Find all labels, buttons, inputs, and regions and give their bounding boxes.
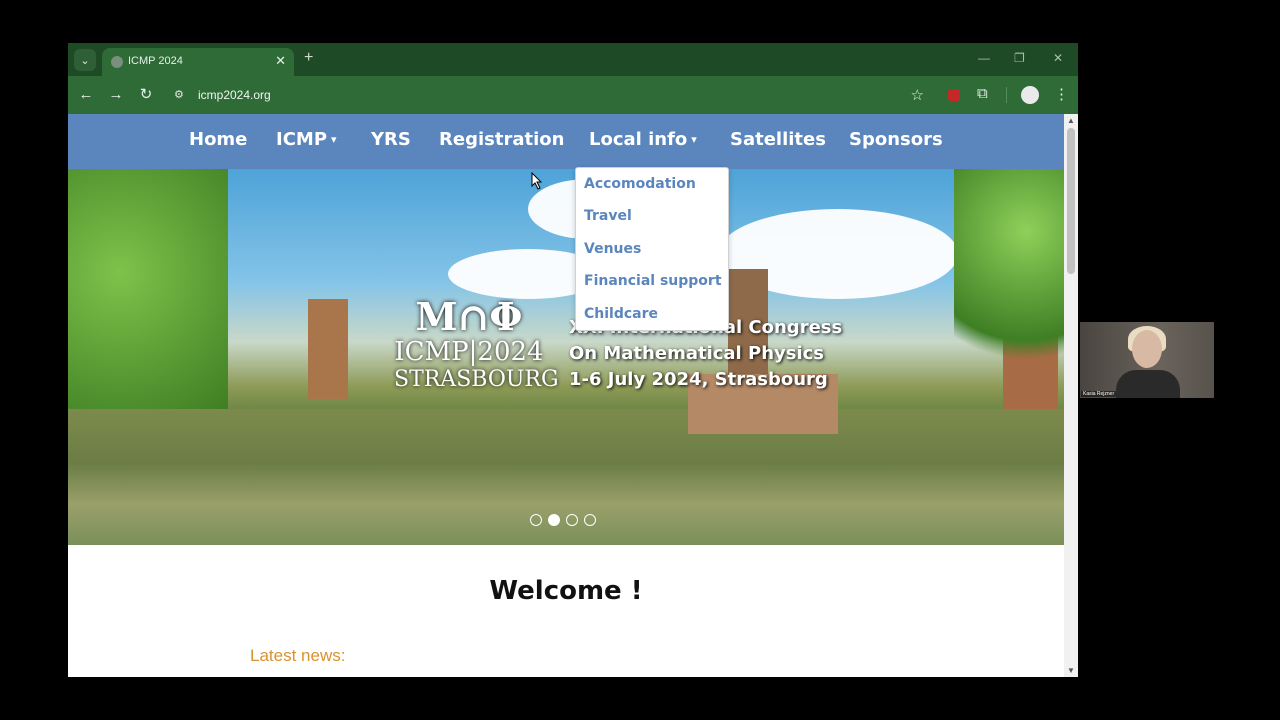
kebab-icon[interactable]: ⋮	[1054, 85, 1069, 103]
carousel-dot-4[interactable]	[584, 514, 596, 526]
extension-icon[interactable]	[948, 89, 960, 101]
arrow-left-icon[interactable]: ←	[76, 85, 96, 105]
logo-symbols: M∩Φ	[415, 294, 523, 339]
restore-icon[interactable]: ❐	[1014, 51, 1025, 65]
tower	[308, 299, 348, 399]
caret-down-icon: ▾	[691, 133, 697, 146]
dropdown-item-travel[interactable]: Travel	[584, 208, 632, 224]
web-page: Home ICMP ▾ YRS Registration Local info ▾ …	[68, 114, 1064, 677]
address-bar[interactable]: ⚙ icmp2024.org ☆	[168, 81, 928, 109]
toolbar-divider	[1006, 87, 1007, 103]
scroll-down-icon[interactable]: ▼	[1067, 666, 1075, 675]
tab-search-button[interactable]: ⌄	[74, 49, 96, 71]
site-navigation: Home ICMP ▾ YRS Registration Local info ▾ …	[68, 114, 1064, 169]
nav-satellites[interactable]: Satellites	[730, 129, 826, 150]
caret-down-icon: ▾	[331, 133, 337, 146]
hero-line-3: 1-6 July 2024, Strasbourg	[569, 369, 828, 390]
nav-icmp-label: ICMP	[276, 129, 328, 150]
latest-news-heading: Latest news:	[250, 646, 346, 665]
nav-registration[interactable]: Registration	[439, 129, 564, 150]
webcam-name-label: Kasia Rejzner	[1081, 391, 1117, 397]
close-icon[interactable]: ✕	[275, 53, 286, 69]
arrow-right-icon[interactable]: →	[106, 85, 126, 105]
chevron-down-icon: ⌄	[80, 54, 90, 67]
tab-title: ICMP 2024	[128, 55, 183, 67]
hero-line-2: On Mathematical Physics	[569, 343, 825, 364]
plus-icon[interactable]: +	[304, 49, 313, 67]
carousel-dot-1[interactable]	[530, 514, 542, 526]
dropdown-item-accomodation[interactable]: Accomodation	[584, 176, 696, 192]
puzzle-icon[interactable]: ⧉	[977, 85, 988, 102]
tab-bar: ⌄ ICMP 2024 ✕ + — ❐ ✕	[68, 43, 1078, 76]
mouse-cursor-icon	[531, 172, 543, 190]
icmp-logo: M∩Φ ICMP|2024 STRASBOURG	[394, 294, 559, 393]
carousel-dot-2[interactable]	[548, 514, 560, 526]
dropdown-item-financial-support[interactable]: Financial support	[584, 273, 722, 289]
carousel-dot-3[interactable]	[566, 514, 578, 526]
nav-yrs[interactable]: YRS	[371, 129, 411, 150]
scroll-up-icon[interactable]: ▲	[1067, 116, 1075, 125]
webcam-person-head	[1132, 330, 1162, 368]
page-scrollbar[interactable]: ▲ ▼	[1064, 114, 1078, 677]
welcome-heading: Welcome !	[489, 576, 643, 606]
star-icon[interactable]: ☆	[911, 86, 924, 104]
url-text[interactable]: icmp2024.org	[198, 88, 271, 102]
logo-city: STRASBOURG	[394, 367, 559, 392]
nav-home[interactable]: Home	[189, 129, 247, 150]
site-info-icon[interactable]: ⚙	[174, 88, 188, 102]
browser-window: ⌄ ICMP 2024 ✕ + — ❐ ✕ ← → ↻ ⚙ icmp2024.o…	[68, 43, 1078, 677]
window-close-icon[interactable]: ✕	[1053, 51, 1063, 65]
nav-icmp[interactable]: ICMP ▾	[276, 129, 337, 150]
scrollbar-thumb[interactable]	[1067, 128, 1075, 274]
favicon-icon	[111, 56, 123, 68]
local-info-dropdown: Accomodation Travel Venues Financial sup…	[575, 167, 729, 331]
nav-sponsors[interactable]: Sponsors	[849, 129, 943, 150]
profile-avatar[interactable]	[1021, 86, 1039, 104]
nav-local-info-label: Local info	[589, 129, 688, 150]
dropdown-item-childcare[interactable]: Childcare	[584, 306, 658, 322]
browser-toolbar: ← → ↻ ⚙ icmp2024.org ☆ ⧉ ⋮	[68, 76, 1078, 114]
tab-icmp[interactable]: ICMP 2024 ✕	[102, 48, 294, 76]
minimize-icon[interactable]: —	[978, 51, 990, 65]
dropdown-item-venues[interactable]: Venues	[584, 241, 641, 257]
foliage	[954, 169, 1064, 399]
carousel-indicators	[530, 513, 602, 531]
nav-local-info[interactable]: Local info ▾	[589, 129, 697, 150]
hero-carousel[interactable]: M∩Φ ICMP|2024 STRASBOURG XXI Internation…	[68, 169, 1064, 545]
reload-icon[interactable]: ↻	[136, 85, 156, 105]
logo-event: ICMP|2024	[394, 337, 544, 367]
webcam-tile: Kasia Rejzner	[1080, 322, 1214, 398]
webcam-person-body	[1116, 370, 1180, 398]
